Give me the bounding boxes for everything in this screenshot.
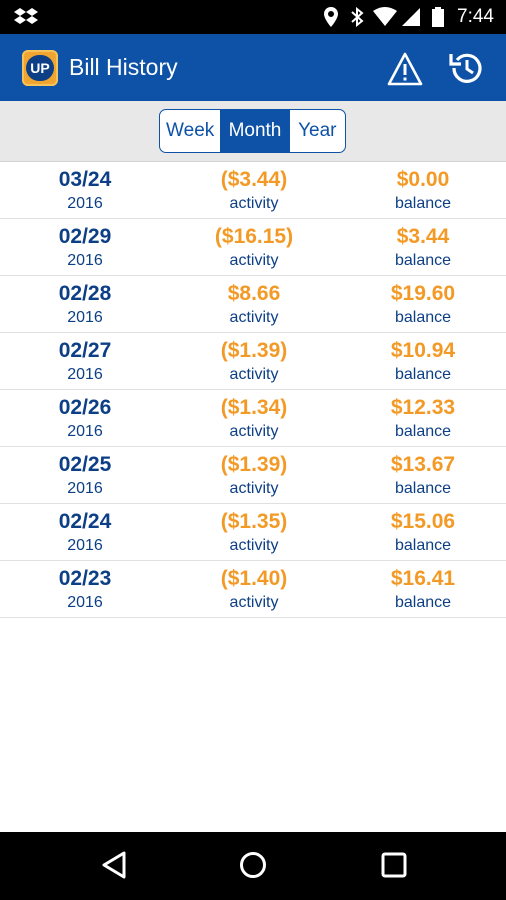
row-date: 02/26 <box>58 396 112 419</box>
row-year: 2016 <box>67 537 103 554</box>
row-date: 02/24 <box>58 510 112 533</box>
row-balance-label: balance <box>394 195 452 212</box>
wifi-icon <box>373 7 397 32</box>
recents-icon[interactable] <box>380 850 408 885</box>
row-activity-label: activity <box>229 480 279 497</box>
row-balance-amount: $3.44 <box>396 225 450 248</box>
row-activity-amount: ($1.35) <box>220 510 288 533</box>
period-segmented-control: Week Month Year <box>159 109 346 153</box>
row-activity-label: activity <box>229 594 279 611</box>
row-balance-label: balance <box>394 594 452 611</box>
row-date: 02/28 <box>58 282 112 305</box>
bill-row[interactable]: 02/27 2016 ($1.39) activity $10.94 balance <box>0 333 506 390</box>
row-year: 2016 <box>67 594 103 611</box>
row-balance-amount: $10.94 <box>390 339 456 362</box>
bill-row[interactable]: 02/29 2016 ($16.15) activity $3.44 balance <box>0 219 506 276</box>
location-icon <box>324 7 338 32</box>
row-date: 02/29 <box>58 225 112 248</box>
row-balance-label: balance <box>394 366 452 383</box>
row-balance-amount: $12.33 <box>390 396 456 419</box>
row-activity-label: activity <box>229 537 279 554</box>
row-balance-amount: $0.00 <box>396 168 450 191</box>
home-icon[interactable] <box>238 850 268 885</box>
row-year: 2016 <box>67 423 103 440</box>
row-activity-amount: $8.66 <box>227 282 281 305</box>
bluetooth-icon <box>350 6 364 32</box>
dropbox-icon <box>14 7 38 32</box>
row-balance-amount: $16.41 <box>390 567 456 590</box>
row-activity-amount: ($1.39) <box>220 339 288 362</box>
app-logo: UP <box>22 50 58 86</box>
segment-month[interactable]: Month <box>220 110 290 152</box>
bill-row[interactable]: 03/24 2016 ($3.44) activity $0.00 balance <box>0 162 506 219</box>
row-date: 03/24 <box>58 168 112 191</box>
row-year: 2016 <box>67 195 103 212</box>
row-activity-label: activity <box>229 195 279 212</box>
refresh-icon[interactable] <box>448 49 486 92</box>
navigation-bar <box>0 832 506 900</box>
battery-icon <box>432 7 444 32</box>
row-activity-amount: ($1.34) <box>220 396 288 419</box>
row-balance-label: balance <box>394 423 452 440</box>
row-balance-amount: $13.67 <box>390 453 456 476</box>
row-year: 2016 <box>67 366 103 383</box>
warning-icon[interactable] <box>387 52 423 91</box>
row-balance-label: balance <box>394 252 452 269</box>
row-activity-label: activity <box>229 366 279 383</box>
row-balance-label: balance <box>394 480 452 497</box>
row-activity-label: activity <box>229 252 279 269</box>
segment-bar: Week Month Year <box>0 101 506 162</box>
row-activity-label: activity <box>229 309 279 326</box>
row-balance-amount: $15.06 <box>390 510 456 533</box>
clock: 7:44 <box>457 6 494 27</box>
logo-text: UP <box>26 55 54 81</box>
bill-row[interactable]: 02/26 2016 ($1.34) activity $12.33 balance <box>0 390 506 447</box>
bill-row[interactable]: 02/25 2016 ($1.39) activity $13.67 balance <box>0 447 506 504</box>
row-activity-amount: ($16.15) <box>214 225 294 248</box>
segment-year[interactable]: Year <box>290 110 345 152</box>
row-year: 2016 <box>67 252 103 269</box>
row-year: 2016 <box>67 480 103 497</box>
page-title: Bill History <box>69 54 178 80</box>
back-icon[interactable] <box>100 850 128 885</box>
row-activity-amount: ($1.40) <box>220 567 288 590</box>
row-date: 02/23 <box>58 567 112 590</box>
segment-week[interactable]: Week <box>160 110 220 152</box>
app-bar: UP Bill History <box>0 34 506 101</box>
bill-history-list: 03/24 2016 ($3.44) activity $0.00 balance 0… <box>0 162 506 618</box>
row-balance-amount: $19.60 <box>390 282 456 305</box>
bill-row[interactable]: 02/24 2016 ($1.35) activity $15.06 balance <box>0 504 506 561</box>
bill-row[interactable]: 02/23 2016 ($1.40) activity $16.41 balance <box>0 561 506 618</box>
bill-row[interactable]: 02/28 2016 $8.66 activity $19.60 balance <box>0 276 506 333</box>
row-date: 02/25 <box>58 453 112 476</box>
status-bar: 7:44 <box>0 0 506 34</box>
row-balance-label: balance <box>394 309 452 326</box>
row-activity-amount: ($1.39) <box>220 453 288 476</box>
row-balance-label: balance <box>394 537 452 554</box>
row-activity-label: activity <box>229 423 279 440</box>
row-year: 2016 <box>67 309 103 326</box>
signal-icon <box>402 7 420 32</box>
row-date: 02/27 <box>58 339 112 362</box>
row-activity-amount: ($3.44) <box>220 168 288 191</box>
